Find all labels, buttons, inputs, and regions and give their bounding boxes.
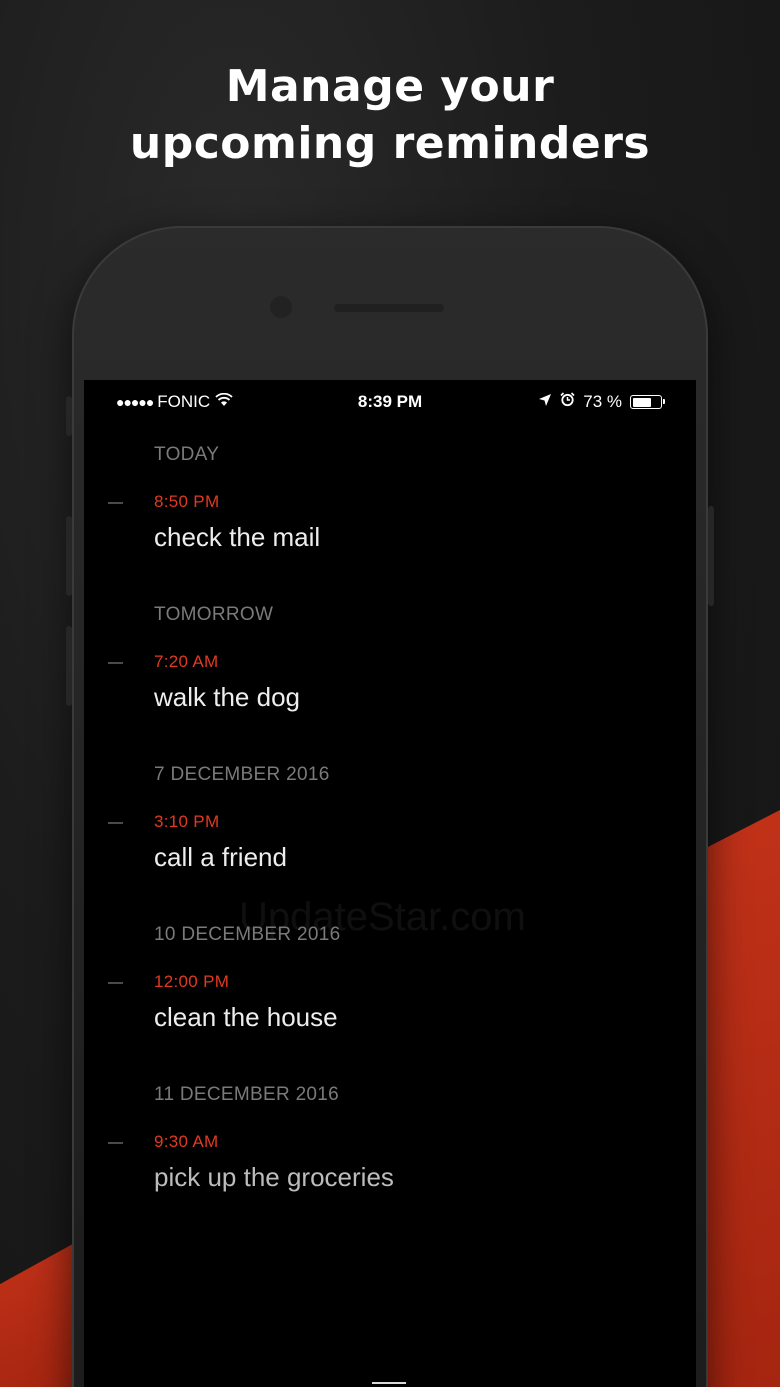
group-heading: 7 DECEMBER 2016 [154,764,330,785]
group-heading: 10 DECEMBER 2016 [154,924,341,945]
app-screen: ●●●●● FONIC 8:39 PM 73 % UpdateStar.com … [84,380,696,1387]
group-heading: 11 DECEMBER 2016 [154,1084,340,1105]
reminder-list: TODAY 8:50 PM check the mail TOMORROW 7:20 A… [84,440,696,1232]
reminder-title: pick up the groceries [154,1162,394,1192]
reminder-item[interactable]: 7:20 AM walk the dog [84,652,696,752]
phone-volume-down [66,626,72,706]
phone-mute-switch [66,396,72,436]
battery-nub [663,399,665,404]
reminder-group: 11 DECEMBER 2016 9:30 AM pick up the groce… [84,1080,696,1232]
headline-line-1: Manage your [225,61,555,112]
phone-volume-up [66,516,72,596]
status-bar: ●●●●● FONIC 8:39 PM 73 % [84,380,696,424]
reminder-group: TOMORROW 7:20 AM walk the dog [84,600,696,752]
phone-power-button [708,506,714,606]
reminder-item[interactable]: 12:00 PM clean the house [84,972,696,1072]
reminder-group: 7 DECEMBER 2016 3:10 PM call a friend [84,760,696,912]
phone-frame: ●●●●● FONIC 8:39 PM 73 % UpdateStar.com … [66,226,714,1387]
reminder-dash [108,502,123,504]
reminder-title: walk the dog [154,682,300,712]
reminder-time: 7:20 AM [154,652,219,671]
front-camera [270,296,292,318]
reminder-dash [108,662,123,664]
reminder-title: check the mail [154,522,321,552]
reminder-time: 8:50 PM [154,492,220,511]
reminder-dash [108,822,123,824]
reminder-dash [108,982,123,984]
reminder-time: 12:00 PM [154,972,230,991]
group-heading: TODAY [154,444,220,465]
location-arrow-icon [538,392,552,412]
headline-line-2: upcoming reminders [129,118,651,169]
earpiece-speaker [334,304,444,312]
reminder-title: call a friend [154,842,287,872]
promo-stage: Manage your upcoming reminders ●●●●● FON… [0,0,780,1387]
hamburger-menu-icon[interactable] [372,1382,406,1387]
red-decoration-left [0,1240,80,1387]
reminder-group: TODAY 8:50 PM check the mail [84,440,696,592]
reminder-group: 10 DECEMBER 2016 12:00 PM clean the house [84,920,696,1072]
reminder-title: clean the house [154,1002,338,1032]
status-right: 73 % [538,392,665,412]
reminder-item[interactable]: 9:30 AM pick up the groceries [84,1132,696,1232]
group-heading: TOMORROW [154,604,274,625]
reminder-time: 9:30 AM [154,1132,219,1151]
battery-level-fill [632,397,652,407]
battery-percent: 73 % [583,392,622,411]
menu-line [372,1382,406,1384]
reminder-item[interactable]: 3:10 PM call a friend [84,812,696,912]
reminder-time: 3:10 PM [154,812,220,831]
reminder-item[interactable]: 8:50 PM check the mail [84,492,696,592]
reminder-dash [108,1142,123,1144]
alarm-clock-icon [560,392,575,412]
promo-headline: Manage your upcoming reminders [0,58,780,172]
battery-icon [630,395,665,409]
